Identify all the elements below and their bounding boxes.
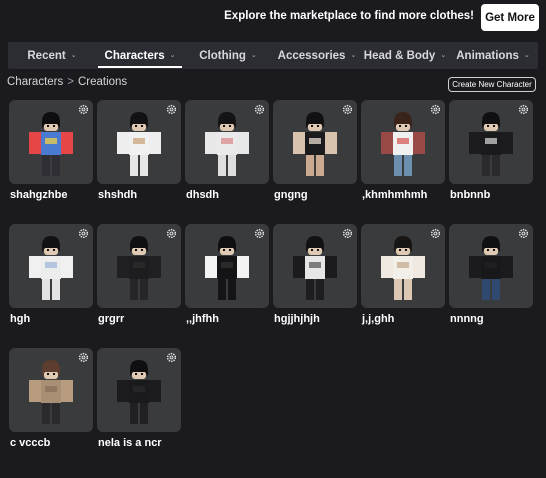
character-name: c vcccb xyxy=(10,437,51,449)
character-thumbnail xyxy=(449,100,533,184)
character-card[interactable]: bnbnnb xyxy=(449,100,533,201)
character-thumbnail xyxy=(185,224,269,308)
chevron-down-icon: ⌄ xyxy=(440,51,447,59)
breadcrumb-separator: > xyxy=(67,76,74,88)
character-thumbnail xyxy=(273,100,357,184)
character-thumbnail xyxy=(97,224,181,308)
gear-icon[interactable] xyxy=(166,352,177,363)
tab-accessories[interactable]: Accessories ⌄ xyxy=(274,42,360,69)
character-name: bnbnnb xyxy=(450,189,491,201)
character-card[interactable]: ,khmhmhmh xyxy=(361,100,445,201)
character-thumbnail xyxy=(449,224,533,308)
tab-recent[interactable]: Recent ⌄ xyxy=(16,42,88,69)
character-name: shahgzhbe xyxy=(10,189,68,201)
character-card[interactable]: c vcccb xyxy=(9,348,93,449)
get-more-button[interactable]: Get More xyxy=(481,4,539,31)
banner-text: Explore the marketplace to find more clo… xyxy=(224,10,474,22)
character-thumbnail xyxy=(97,348,181,432)
create-new-character-button[interactable]: Create New Character xyxy=(448,77,536,92)
tab-clothing[interactable]: Clothing ⌄ xyxy=(192,42,264,69)
character-thumbnail xyxy=(97,100,181,184)
gear-icon[interactable] xyxy=(518,228,529,239)
character-card[interactable]: dhsdh xyxy=(185,100,269,201)
tab-characters[interactable]: Characters ⌄ xyxy=(98,42,182,69)
character-card[interactable]: nnnng xyxy=(449,224,533,325)
gear-icon[interactable] xyxy=(430,228,441,239)
active-tab-indicator xyxy=(98,66,182,68)
character-thumbnail xyxy=(9,348,93,432)
gear-icon[interactable] xyxy=(78,228,89,239)
character-name: shshdh xyxy=(98,189,138,201)
tab-head-body[interactable]: Head & Body ⌄ xyxy=(362,42,448,69)
tab-label: Clothing xyxy=(199,49,246,62)
character-name: hgjjhjhjh xyxy=(274,313,320,325)
character-name: ,khmhmhmh xyxy=(362,189,428,201)
character-thumbnail xyxy=(361,224,445,308)
breadcrumb-characters-link[interactable]: Characters xyxy=(7,76,63,88)
character-card[interactable]: gngng xyxy=(273,100,357,201)
gear-icon[interactable] xyxy=(166,228,177,239)
tab-label: Accessories xyxy=(277,49,346,62)
chevron-down-icon: ⌄ xyxy=(250,51,257,59)
marketplace-banner: Explore the marketplace to find more clo… xyxy=(0,0,546,36)
tab-label: Recent xyxy=(27,49,66,62)
breadcrumb: Characters > Creations xyxy=(7,76,127,88)
tab-animations[interactable]: Animations ⌄ xyxy=(450,42,536,69)
gear-icon[interactable] xyxy=(430,104,441,115)
tab-label: Head & Body xyxy=(363,49,436,62)
gear-icon[interactable] xyxy=(78,104,89,115)
chevron-down-icon: ⌄ xyxy=(350,51,357,59)
chevron-down-icon: ⌄ xyxy=(169,51,176,59)
character-name: nela is a ncr xyxy=(98,437,162,449)
character-thumbnail xyxy=(9,100,93,184)
character-name: j,j,ghh xyxy=(362,313,395,325)
character-thumbnail xyxy=(9,224,93,308)
character-card[interactable]: nela is a ncr xyxy=(97,348,181,449)
tab-label: Animations xyxy=(456,49,519,62)
character-card[interactable]: ,,jhfhh xyxy=(185,224,269,325)
gear-icon[interactable] xyxy=(166,104,177,115)
character-name: gngng xyxy=(274,189,308,201)
character-card[interactable]: hgjjhjhjh xyxy=(273,224,357,325)
character-card[interactable]: j,j,ghh xyxy=(361,224,445,325)
gear-icon[interactable] xyxy=(78,352,89,363)
character-card[interactable]: hgh xyxy=(9,224,93,325)
character-card[interactable]: shshdh xyxy=(97,100,181,201)
gear-icon[interactable] xyxy=(342,104,353,115)
character-card[interactable]: shahgzhbe xyxy=(9,100,93,201)
chevron-down-icon: ⌄ xyxy=(70,51,77,59)
gear-icon[interactable] xyxy=(254,104,265,115)
character-thumbnail xyxy=(273,224,357,308)
character-name: hgh xyxy=(10,313,31,325)
character-name: dhsdh xyxy=(186,189,219,201)
character-card[interactable]: grgrr xyxy=(97,224,181,325)
breadcrumb-current: Creations xyxy=(77,76,128,88)
gear-icon[interactable] xyxy=(342,228,353,239)
category-tab-bar: Recent ⌄ Characters ⌄ Clothing ⌄ Accessorie… xyxy=(8,42,538,69)
tab-label: Characters xyxy=(104,49,165,62)
gear-icon[interactable] xyxy=(254,228,265,239)
character-name: grgrr xyxy=(98,313,125,325)
character-thumbnail xyxy=(361,100,445,184)
character-name: nnnng xyxy=(450,313,484,325)
gear-icon[interactable] xyxy=(518,104,529,115)
chevron-down-icon: ⌄ xyxy=(523,51,530,59)
character-thumbnail xyxy=(185,100,269,184)
character-name: ,,jhfhh xyxy=(186,313,219,325)
